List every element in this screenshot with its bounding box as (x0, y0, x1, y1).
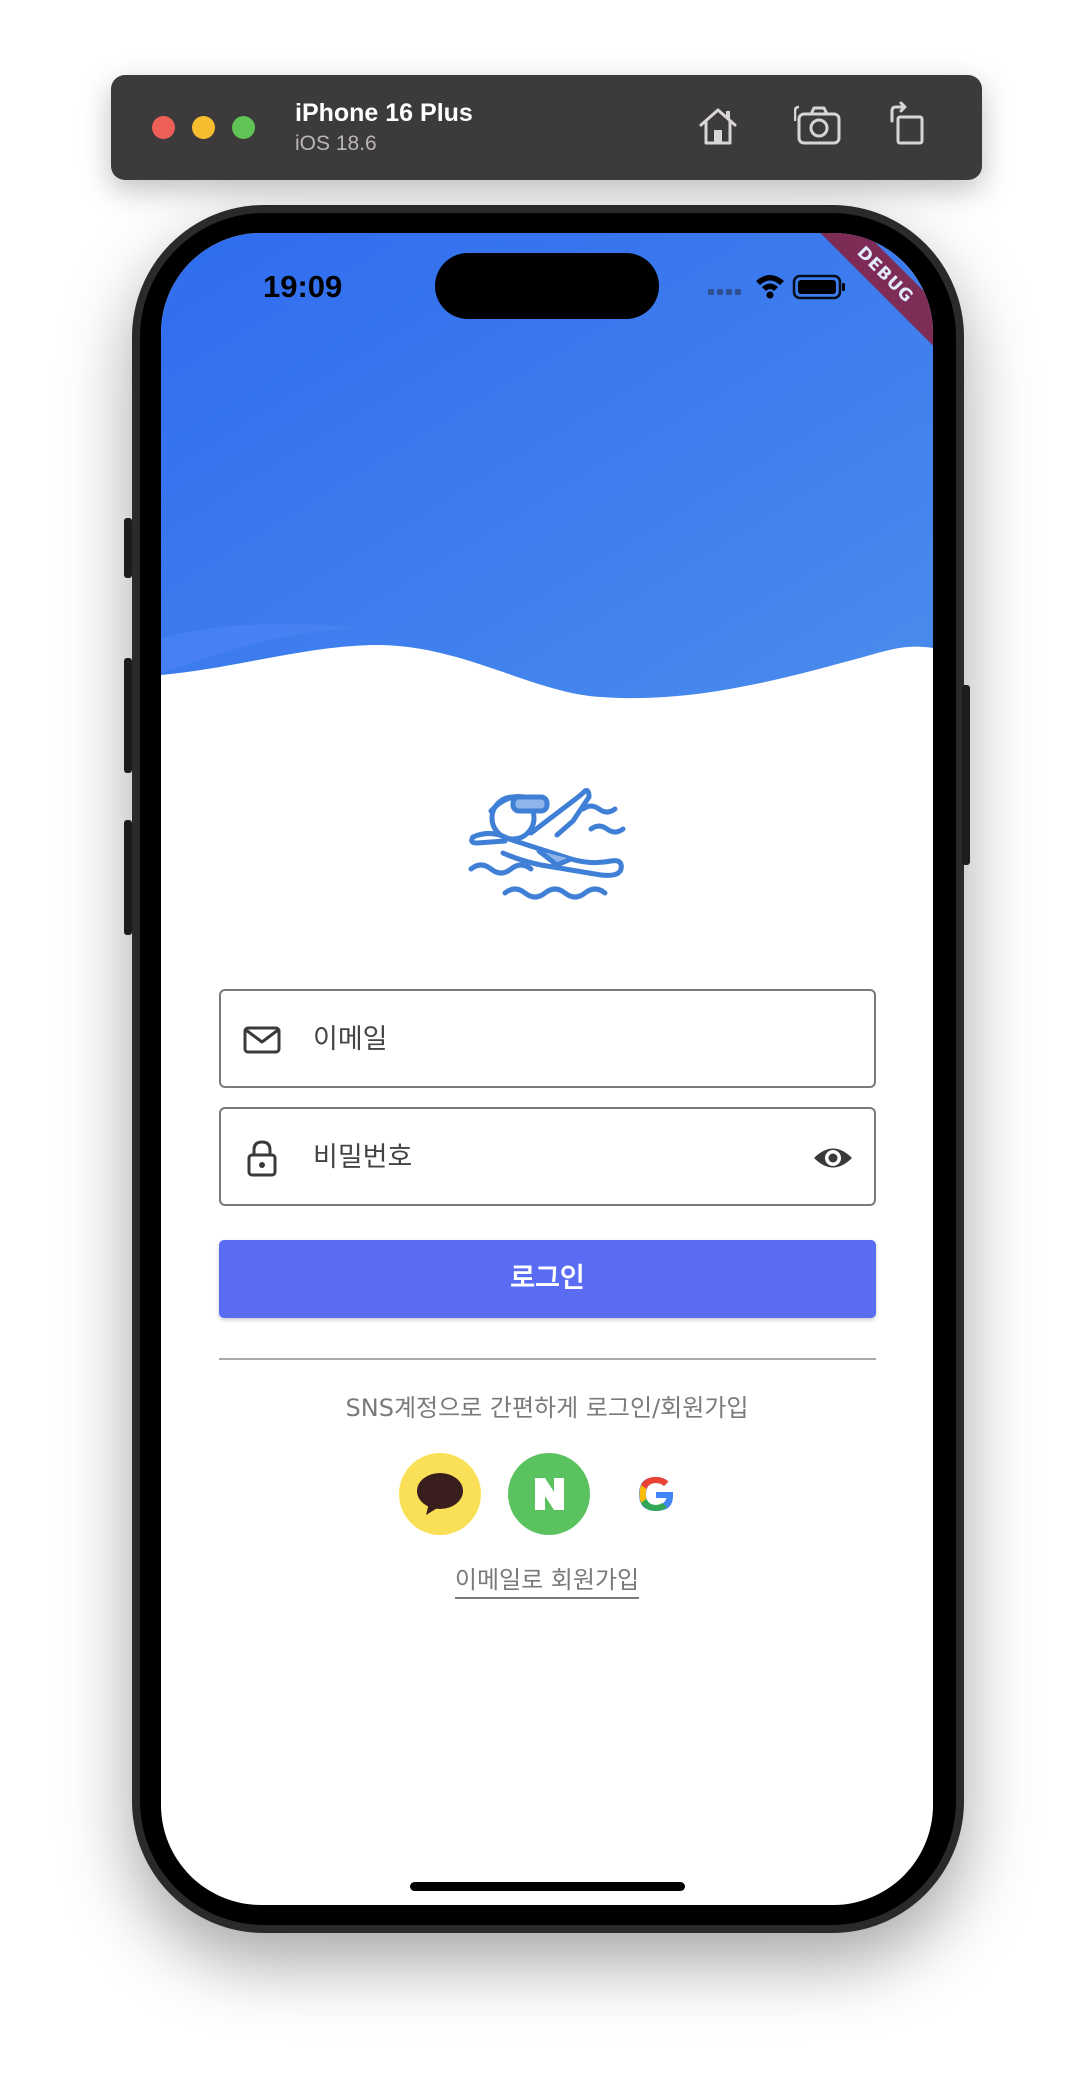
login-button[interactable]: 로그인 (219, 1240, 876, 1318)
wifi-icon (756, 275, 784, 299)
sns-caption: SNS계정으로 간편하게 로그인/회원가입 (345, 1394, 749, 1422)
screenshot-button[interactable] (793, 101, 844, 151)
device-name: iPhone 16 Plus (295, 99, 473, 127)
status-time: 19:09 (263, 269, 343, 304)
os-version: iOS 18.6 (295, 132, 377, 155)
google-icon (639, 1477, 673, 1511)
password-field[interactable] (219, 1107, 876, 1206)
mail-icon (243, 1021, 281, 1059)
naver-icon (535, 1478, 564, 1510)
screenshot-icon (793, 105, 841, 145)
email-input[interactable] (311, 1013, 761, 1065)
home-indicator[interactable] (410, 1882, 685, 1891)
naver-login-button[interactable] (508, 1453, 590, 1535)
divider (219, 1358, 876, 1360)
rotate-icon (890, 101, 924, 145)
kakao-login-button[interactable] (399, 1453, 481, 1535)
email-field[interactable] (219, 989, 876, 1088)
status-icons (708, 274, 845, 300)
email-signup-link-container: 이메일로 회원가입 (161, 1560, 933, 1599)
password-input[interactable] (311, 1131, 761, 1183)
minimize-window-button[interactable] (192, 116, 215, 139)
dynamic-island (435, 253, 659, 319)
email-signup-link[interactable]: 이메일로 회원가입 (454, 1566, 640, 1599)
lock-icon (243, 1139, 281, 1177)
simulator-toolbar: iPhone 16 Plus iOS 18.6 (111, 75, 982, 180)
volume-down-button (124, 820, 132, 935)
home-icon (699, 108, 737, 145)
google-login-button[interactable] (615, 1453, 697, 1535)
close-window-button[interactable] (152, 116, 175, 139)
rotate-button[interactable] (884, 101, 934, 151)
app-screen: 19:09 DEBUG 이메일 로그인 SNS계정으로 간편하게 로그인/회원가… (161, 233, 933, 1905)
eye-icon[interactable] (812, 1139, 854, 1177)
zoom-window-button[interactable] (232, 116, 255, 139)
volume-up-button (124, 658, 132, 773)
swimmer-icon (468, 788, 626, 900)
cellular-icon (708, 289, 741, 295)
kakao-talk-icon (417, 1473, 463, 1515)
power-button (962, 685, 970, 865)
action-button (124, 518, 132, 578)
battery-icon (792, 274, 845, 300)
home-button[interactable] (693, 101, 743, 151)
